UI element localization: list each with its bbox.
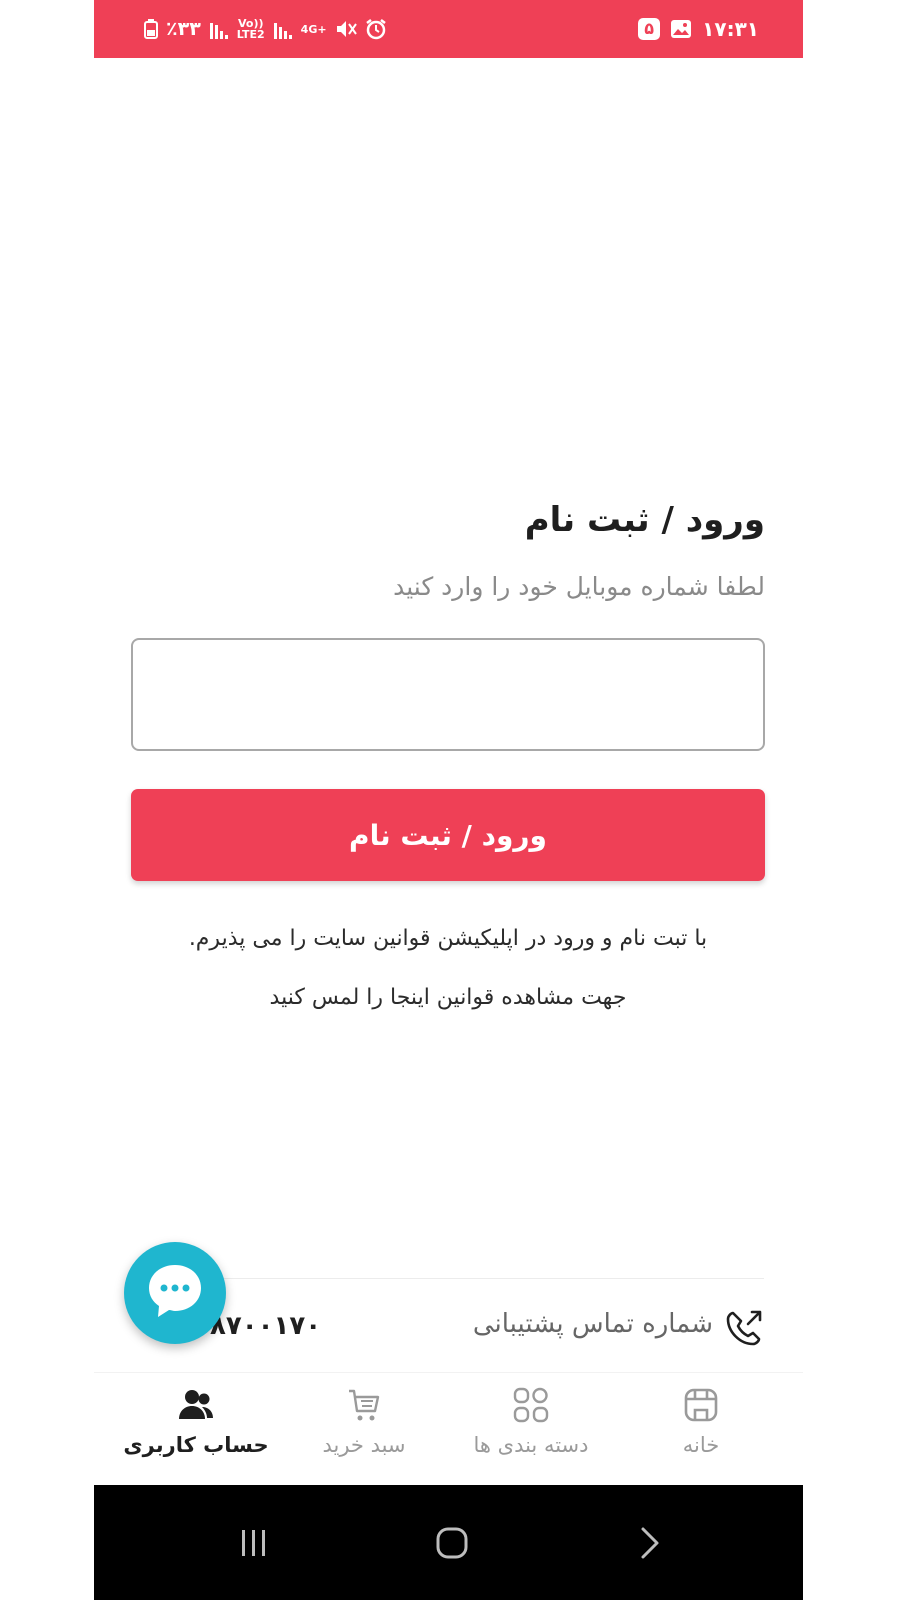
status-bar-right: ۵ ۱۷:۳۱: [638, 16, 759, 42]
phone-outgoing-icon: [723, 1307, 765, 1349]
recent-apps-button[interactable]: [194, 1485, 314, 1600]
nav-home[interactable]: خانه: [621, 1373, 781, 1486]
gallery-icon: [670, 19, 692, 39]
terms-link[interactable]: جهت مشاهده قوانین اینجا را لمس کنید: [131, 985, 765, 1010]
nav-home-label: خانه: [682, 1433, 720, 1457]
page-title: ورود / ثبت نام: [524, 500, 765, 540]
nav-cart-label: سبد خرید: [322, 1433, 406, 1457]
nav-account[interactable]: حساب کاربری: [116, 1373, 276, 1486]
status-time: ۱۷:۳۱: [702, 17, 759, 41]
chat-button[interactable]: [124, 1242, 226, 1344]
battery-percent: ٪۳۳: [166, 18, 201, 40]
network-type: 4G+: [300, 22, 327, 36]
system-navigation-bar: [94, 1485, 803, 1600]
login-register-button[interactable]: ورود / ثبت نام: [131, 789, 765, 881]
mute-icon: [335, 19, 357, 39]
nav-categories[interactable]: دسته بندی ها: [451, 1373, 611, 1486]
app-screen: ٪۳۳ Vo)) LTE2 4G+ ۵ ۱۷:۳۱ ورود / ثبت نام…: [94, 0, 803, 1600]
battery-icon: [144, 19, 158, 39]
alarm-icon: [365, 18, 387, 40]
nav-account-label: حساب کاربری: [123, 1433, 269, 1457]
signal-icon-2: [273, 19, 293, 39]
bottom-navigation: خانه دسته بندی ها سبد خرید حساب کاربری: [94, 1372, 803, 1486]
status-bar: ٪۳۳ Vo)) LTE2 4G+ ۵ ۱۷:۳۱: [94, 0, 803, 58]
notification-badge: ۵: [638, 18, 661, 40]
lte2-label: LTE2: [236, 28, 265, 41]
nav-cart[interactable]: سبد خرید: [284, 1373, 444, 1486]
nav-categories-label: دسته بندی ها: [473, 1433, 589, 1457]
divider: [224, 1278, 764, 1279]
support-phone-number[interactable]: ۸۷۰۰۱۷۰: [210, 1311, 321, 1341]
volte-indicator: Vo)) LTE2: [237, 18, 265, 40]
chat-bubble-icon: [143, 1259, 207, 1327]
terms-acceptance-text: با تبت نام و ورود در اپلیکیشن قوانین سای…: [188, 926, 708, 951]
home-button[interactable]: [392, 1485, 512, 1600]
mobile-number-input[interactable]: [131, 638, 765, 751]
signal-icon: [209, 19, 229, 39]
back-button[interactable]: [590, 1485, 710, 1600]
status-bar-left: ٪۳۳ Vo)) LTE2 4G+: [144, 16, 387, 42]
support-label: شماره تماس پشتیبانی: [472, 1309, 713, 1339]
login-instructions: لطفا شماره موبایل خود را وارد کنید: [393, 572, 765, 601]
